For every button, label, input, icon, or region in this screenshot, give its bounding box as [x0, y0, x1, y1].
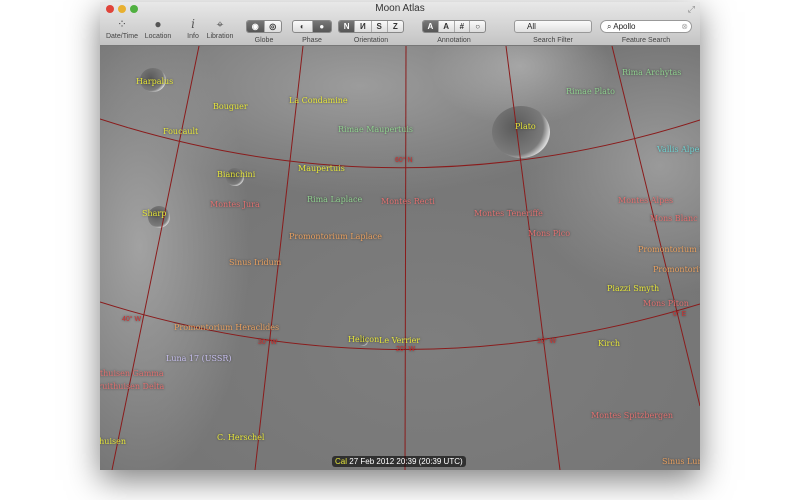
- feature-label[interactable]: Gruithuisen Gamma: [100, 369, 164, 378]
- feature-label[interactable]: C. Herschel: [217, 433, 265, 442]
- phase-half-button[interactable]: ◐: [293, 21, 313, 32]
- feature-search-input[interactable]: ⌕ Apollo ⊗: [600, 20, 692, 33]
- status-prefix: Cal: [335, 457, 348, 466]
- orientation-s[interactable]: S: [372, 21, 388, 32]
- feature-label[interactable]: Rimae Plato: [566, 87, 615, 96]
- feature-label[interactable]: Bouguer: [213, 102, 248, 111]
- longitude-label: 20° W: [396, 346, 416, 353]
- feature-label[interactable]: Rima Laplace: [307, 195, 362, 204]
- globe-location-icon: ●: [154, 17, 162, 31]
- annotation-text-button[interactable]: A: [439, 21, 455, 32]
- info-icon: i: [191, 17, 195, 31]
- crosshair-icon: ⌖: [216, 17, 224, 31]
- orientation-s-mirrored[interactable]: Z: [388, 21, 403, 32]
- feature-label[interactable]: Mons Blanc: [650, 214, 698, 223]
- feature-search-control: ⌕ Apollo ⊗ Feature Search: [600, 16, 692, 44]
- annotation-circle-button[interactable]: ○: [470, 21, 485, 32]
- info-button[interactable]: i Info: [183, 16, 203, 40]
- feature-label[interactable]: Mons Pico: [528, 229, 570, 238]
- feature-label[interactable]: Sharp: [142, 209, 166, 218]
- feature-label[interactable]: Plato: [515, 122, 536, 131]
- globe-control: ◉ ◎ Globe: [246, 16, 282, 44]
- feature-label[interactable]: Kirch: [598, 339, 620, 348]
- feature-label[interactable]: Luna 17 (USSR): [166, 354, 231, 363]
- feature-label[interactable]: Gruithuisen: [100, 437, 126, 446]
- feature-label[interactable]: Promontorium Heraclides: [174, 323, 279, 332]
- feature-label[interactable]: Rimae Maupertuis: [338, 125, 413, 134]
- feature-label[interactable]: Mons Piton: [643, 299, 689, 308]
- clear-search-icon[interactable]: ⊗: [681, 21, 688, 32]
- feature-label[interactable]: Vallis Alpes: [657, 145, 700, 154]
- orientation-n[interactable]: N: [339, 21, 356, 32]
- feature-label[interactable]: Promontorium Laplace: [289, 232, 382, 241]
- feature-label[interactable]: Promontorium Agarum: [653, 265, 700, 274]
- feature-search-label: Feature Search: [621, 37, 671, 44]
- feature-label[interactable]: Maupertuis: [298, 164, 345, 173]
- feature-label[interactable]: Montes Recti: [381, 197, 435, 206]
- longitude-label: 30° W: [258, 339, 278, 346]
- toolbar: Moon Atlas ⤢ ⁘ Date/Time ● Location i Info …: [100, 2, 700, 46]
- orientation-n-mirrored[interactable]: И: [355, 21, 372, 32]
- feature-label[interactable]: Harpalus: [136, 77, 173, 86]
- date-time-button[interactable]: ⁘ Date/Time: [104, 16, 140, 40]
- window-title: Moon Atlas: [375, 3, 425, 14]
- moon-atlas-window: Moon Atlas ⤢ ⁘ Date/Time ● Location i Info …: [100, 2, 700, 470]
- globe-label: Globe: [254, 37, 274, 44]
- search-filter-control: All Search Filter: [514, 16, 592, 44]
- search-filter-label: Search Filter: [533, 37, 573, 44]
- longitude-label: 40° W: [122, 316, 142, 323]
- feature-label[interactable]: Sinus Iridum: [229, 258, 281, 267]
- annotation-label: Annotation: [437, 37, 471, 44]
- feature-label[interactable]: Montes Teneriffe: [474, 209, 543, 218]
- feature-label[interactable]: Montes Alpes: [618, 196, 673, 205]
- feature-label[interactable]: La Condamine: [289, 96, 348, 105]
- orientation-label: Orientation: [353, 37, 389, 44]
- search-filter-select[interactable]: All: [514, 20, 592, 33]
- location-button[interactable]: ● Location: [142, 16, 174, 40]
- longitude-label: 0° E: [673, 311, 687, 318]
- date-status-bar: Cal 27 Feb 2012 20:39 (20:39 UTC): [332, 456, 466, 467]
- status-datetime: 27 Feb 2012 20:39 (20:39 UTC): [349, 457, 463, 466]
- feature-label[interactable]: Bianchini: [217, 170, 255, 179]
- phase-label: Phase: [302, 37, 322, 44]
- fullscreen-icon[interactable]: ⤢: [688, 4, 695, 15]
- libration-label: Libration: [206, 33, 234, 40]
- location-label: Location: [144, 33, 172, 40]
- feature-label[interactable]: Helicon: [348, 335, 379, 344]
- feature-label[interactable]: Montes Spitzbergen: [591, 411, 673, 420]
- annotation-control: A A # ○ Annotation: [422, 16, 486, 44]
- search-icon: ⌕: [607, 22, 612, 31]
- moon-map[interactable]: Harpalus Bouguer La Condamine Foucault R…: [100, 46, 700, 470]
- feature-label[interactable]: Promontorium Deville: [638, 245, 700, 254]
- feature-label[interactable]: Gruithuisen Delta: [100, 382, 164, 391]
- feature-search-value: Apollo: [613, 22, 636, 31]
- libration-button[interactable]: ⌖ Libration: [204, 16, 236, 40]
- phase-full-button[interactable]: ●: [312, 21, 331, 32]
- feature-label[interactable]: Le Verrier: [379, 336, 420, 345]
- globe-flat-button[interactable]: ◉: [247, 21, 265, 32]
- info-label: Info: [187, 33, 199, 40]
- feature-label[interactable]: Montes Jura: [210, 200, 260, 209]
- clock-icon: ⁘: [116, 17, 128, 31]
- annotation-grid-button[interactable]: #: [455, 21, 471, 32]
- longitude-label: 10° W: [537, 338, 557, 345]
- feature-label[interactable]: Piazzi Smyth: [607, 284, 659, 293]
- annotation-labels-button[interactable]: A: [423, 21, 439, 32]
- coordinate-grid: [100, 46, 700, 470]
- globe-3d-button[interactable]: ◎: [265, 21, 282, 32]
- feature-label[interactable]: Rima Archytas: [622, 68, 681, 77]
- orientation-control: N И S Z Orientation: [338, 16, 404, 44]
- phase-control: ◐ ● Phase: [292, 16, 332, 44]
- feature-label[interactable]: Foucault: [163, 127, 198, 136]
- feature-label[interactable]: Sinus Lunicus: [662, 457, 700, 466]
- latitude-label: 60° N: [395, 157, 413, 164]
- date-time-label: Date/Time: [105, 33, 139, 40]
